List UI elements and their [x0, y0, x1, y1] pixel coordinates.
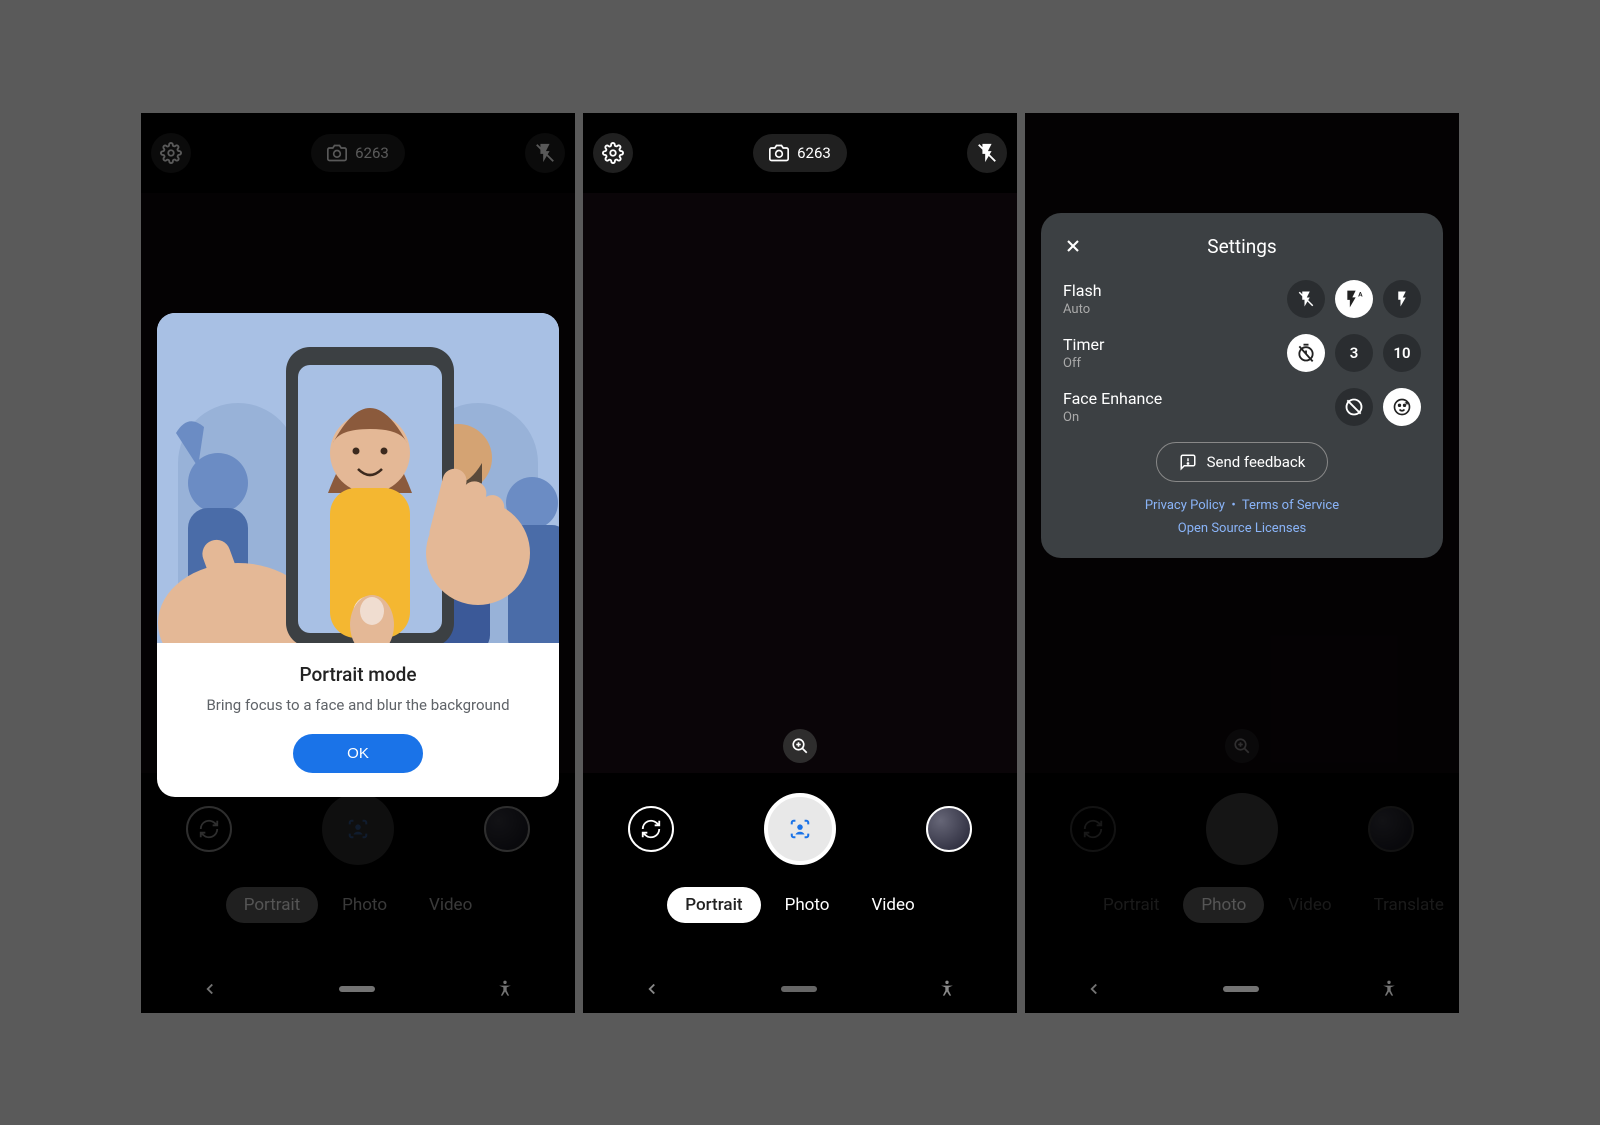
oss-licenses-link[interactable]: Open Source Licenses [1178, 521, 1306, 536]
settings-button[interactable] [151, 133, 191, 173]
send-feedback-button[interactable]: Send feedback [1156, 442, 1329, 482]
accessibility-icon[interactable] [937, 979, 957, 999]
flash-button[interactable] [967, 133, 1007, 173]
photo-count-chip[interactable]: 6263 [311, 134, 405, 172]
face-sparkle-icon [1392, 397, 1412, 417]
popup-description: Bring focus to a face and blur the backg… [175, 696, 541, 714]
zoom-button[interactable] [783, 729, 817, 763]
switch-camera-icon [640, 818, 662, 840]
camera-viewport[interactable] [583, 193, 1017, 773]
settings-flash-row: Flash Auto A [1063, 280, 1421, 318]
face-enhance-label: Face Enhance [1063, 389, 1162, 408]
nav-home-pill[interactable] [781, 986, 817, 992]
settings-title: Settings [1063, 235, 1421, 258]
flash-on-icon [1393, 290, 1411, 308]
android-navbar [583, 971, 1017, 1007]
settings-button[interactable] [593, 133, 633, 173]
flash-off-option[interactable] [1287, 280, 1325, 318]
settings-face-row: Face Enhance On [1063, 388, 1421, 426]
privacy-policy-link[interactable]: Privacy Policy [1145, 498, 1225, 513]
phone-screen-3: Settings Flash Auto A [1025, 113, 1459, 1013]
timer-10s-option[interactable]: 10 [1383, 334, 1421, 372]
phone-screen-2: 6263 Portrait Photo [583, 113, 1017, 1013]
photo-count: 6263 [797, 144, 831, 162]
flash-on-option[interactable] [1383, 280, 1421, 318]
flash-label: Flash [1063, 281, 1102, 300]
nav-back-icon[interactable] [643, 980, 661, 998]
mode-portrait[interactable]: Portrait [667, 887, 760, 923]
shutter-button[interactable] [764, 793, 836, 865]
feedback-icon [1179, 453, 1197, 471]
flash-off-icon [1297, 290, 1315, 308]
timer-off-icon [1296, 343, 1316, 363]
photo-count-chip[interactable]: 6263 [753, 134, 847, 172]
switch-camera-button[interactable] [628, 806, 674, 852]
portrait-mode-popup: Portrait mode Bring focus to a face and … [157, 313, 559, 797]
popup-text-section: Portrait mode Bring focus to a face and … [157, 643, 559, 797]
mode-photo[interactable]: Photo [767, 887, 848, 923]
gear-icon [160, 142, 182, 164]
flash-auto-icon: A [1344, 289, 1364, 309]
camera-icon [769, 143, 789, 163]
settings-panel: Settings Flash Auto A [1041, 213, 1443, 558]
photo-count: 6263 [355, 144, 389, 162]
settings-close-button[interactable] [1063, 236, 1083, 256]
top-bar: 6263 [583, 113, 1017, 193]
gallery-button[interactable] [926, 806, 972, 852]
face-enhance-on-option[interactable] [1383, 388, 1421, 426]
popup-ok-button[interactable]: OK [293, 734, 423, 773]
close-icon [1063, 236, 1083, 256]
face-off-icon [1344, 397, 1364, 417]
gear-icon [602, 142, 624, 164]
popup-illustration [157, 313, 559, 643]
settings-timer-row: Timer Off 3 10 [1063, 334, 1421, 372]
top-bar: 6263 [141, 113, 575, 193]
flash-auto-option[interactable]: A [1335, 280, 1373, 318]
bottom-controls: Portrait Photo Video [583, 773, 1017, 1013]
svg-text:A: A [1358, 290, 1363, 298]
face-detect-icon [789, 818, 811, 840]
mode-video[interactable]: Video [853, 887, 932, 923]
flash-off-icon [976, 142, 998, 164]
timer-3s-option[interactable]: 3 [1335, 334, 1373, 372]
phone-screen-1: 6263 [141, 113, 575, 1013]
timer-off-option[interactable] [1287, 334, 1325, 372]
settings-links: Privacy Policy • Terms of Service Open S… [1063, 498, 1421, 536]
feedback-label: Send feedback [1207, 453, 1306, 471]
face-enhance-value: On [1063, 410, 1162, 425]
zoom-in-icon [791, 737, 809, 755]
camera-icon [327, 143, 347, 163]
terms-of-service-link[interactable]: Terms of Service [1242, 498, 1339, 513]
timer-label: Timer [1063, 335, 1104, 354]
popup-title: Portrait mode [175, 663, 541, 686]
timer-value: Off [1063, 356, 1104, 371]
face-enhance-off-option[interactable] [1335, 388, 1373, 426]
flash-off-icon [534, 142, 556, 164]
flash-value: Auto [1063, 302, 1102, 317]
mode-switcher: Portrait Photo Video [583, 887, 1017, 923]
flash-button[interactable] [525, 133, 565, 173]
